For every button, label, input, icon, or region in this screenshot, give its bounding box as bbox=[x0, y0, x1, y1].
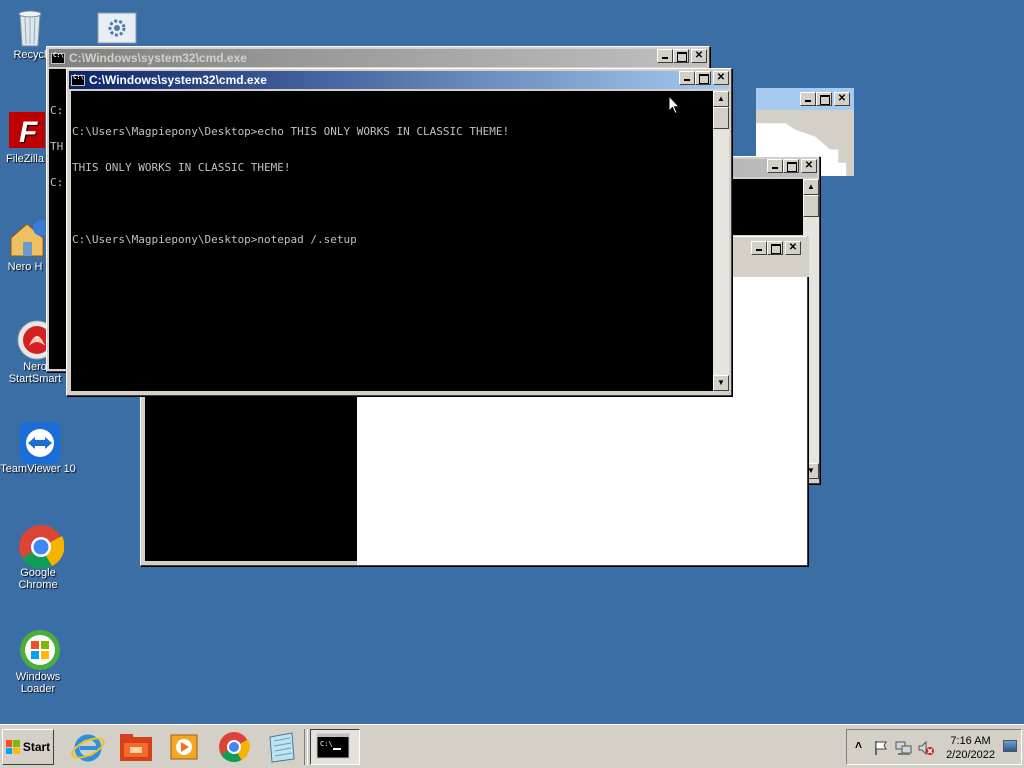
start-label: Start bbox=[22, 740, 51, 754]
system-tray: ˄ 7:16 AM 2/20/2022 bbox=[846, 729, 1022, 765]
taskbar-separator bbox=[304, 729, 308, 765]
folder-icon bbox=[120, 734, 152, 761]
window-title: C:\Windows\system32\cmd.exe bbox=[89, 73, 267, 87]
windows-logo-icon bbox=[5, 740, 20, 754]
cmd-window-front[interactable]: C:\Windows\system32\cmd.exe ✕ C:\Users\M… bbox=[66, 68, 732, 396]
taskbar-file-explorer[interactable] bbox=[116, 729, 156, 765]
desktop-icon-filezilla[interactable]: F FileZilla bbox=[0, 110, 50, 165]
desktop-icon-label: FileZilla bbox=[6, 153, 44, 165]
scroll-up-button[interactable]: ▲ bbox=[713, 91, 729, 107]
taskbar-cmd-active[interactable]: C:\ bbox=[310, 729, 360, 765]
minimize-icon bbox=[800, 92, 816, 106]
clock-time: 7:16 AM bbox=[950, 735, 991, 747]
show-desktop-button[interactable] bbox=[1003, 740, 1017, 752]
cmd-icon bbox=[51, 52, 65, 64]
taskbar-media-player[interactable] bbox=[164, 729, 204, 765]
window-title: C:\Windows\system32\cmd.exe bbox=[69, 51, 247, 65]
maximize-button[interactable] bbox=[673, 49, 689, 63]
desktop-icon-label: Loader bbox=[20, 683, 56, 695]
desktop-icon-teamviewer[interactable]: TeamViewer 10 bbox=[0, 420, 76, 475]
svg-text:C:\: C:\ bbox=[320, 740, 333, 748]
internet-explorer-icon bbox=[71, 734, 105, 762]
filezilla-icon: F bbox=[5, 110, 45, 150]
maximize-icon bbox=[816, 92, 832, 106]
ghost-window-buttons: ✕ bbox=[800, 92, 850, 106]
minimize-icon bbox=[751, 241, 767, 255]
clock-date: 2/20/2022 bbox=[946, 749, 995, 761]
desktop-icon-nero-home[interactable]: Nero H bbox=[0, 218, 50, 273]
taskbar-notepad[interactable] bbox=[262, 729, 302, 765]
scroll-thumb bbox=[803, 195, 819, 217]
desktop-icon-control[interactable] bbox=[96, 12, 138, 47]
taskbar-google-chrome[interactable] bbox=[214, 729, 254, 765]
teamviewer-icon bbox=[18, 420, 60, 464]
minimize-button[interactable] bbox=[679, 71, 695, 85]
console-line: C:\Users\Magpiepony\Desktop>echo THIS ON… bbox=[72, 125, 510, 138]
scroll-up-icon: ▲ bbox=[803, 179, 819, 195]
maximize-icon bbox=[783, 159, 799, 173]
minimize-button[interactable] bbox=[657, 49, 673, 63]
close-icon: ✕ bbox=[834, 92, 850, 106]
chrome-icon bbox=[18, 524, 65, 569]
window-controls: ✕ bbox=[679, 71, 729, 85]
start-button[interactable]: Start bbox=[2, 729, 54, 765]
window-controls: ✕ bbox=[657, 49, 707, 63]
desktop-icon-label: StartSmart bbox=[8, 373, 62, 385]
ghost-window-buttons: ✕ bbox=[767, 159, 817, 173]
gear-icon bbox=[97, 12, 137, 44]
cmd-vertical-scrollbar[interactable]: ▲ ▼ bbox=[713, 91, 729, 391]
taskbar-internet-explorer[interactable] bbox=[68, 729, 108, 765]
chrome-icon bbox=[219, 732, 250, 763]
close-icon: ✕ bbox=[785, 241, 801, 255]
cmd-icon bbox=[71, 74, 85, 86]
taskbar: Start C:\ ˄ 7:16 AM 2/20/2022 bbox=[0, 724, 1024, 768]
network-icon[interactable] bbox=[895, 740, 913, 756]
cmd-console-output[interactable]: C:\Users\Magpiepony\Desktop>echo THIS ON… bbox=[71, 91, 713, 391]
show-hidden-icon[interactable]: ˄ bbox=[855, 738, 862, 752]
close-button[interactable]: ✕ bbox=[691, 49, 707, 63]
mouse-cursor-icon bbox=[668, 95, 680, 115]
scroll-down-button[interactable]: ▼ bbox=[713, 375, 729, 391]
media-player-icon bbox=[170, 734, 198, 760]
volume-muted-icon[interactable] bbox=[917, 740, 935, 756]
desktop-icon-label: Google Chrome bbox=[18, 567, 58, 591]
svg-text:F: F bbox=[19, 116, 38, 149]
console-line: THIS ONLY WORKS IN CLASSIC THEME! bbox=[72, 161, 291, 174]
ghost-console bbox=[145, 387, 357, 561]
recycle-bin-icon bbox=[10, 6, 50, 47]
close-icon: ✕ bbox=[801, 159, 817, 173]
desktop-icon-google-chrome[interactable]: Google Chrome bbox=[0, 524, 76, 591]
action-center-flag-icon[interactable] bbox=[873, 740, 889, 756]
ghost-window-buttons: ✕ bbox=[751, 241, 801, 255]
house-icon bbox=[5, 218, 49, 258]
ghost-console bbox=[733, 179, 803, 235]
clock[interactable]: 7:16 AM 2/20/2022 bbox=[946, 734, 995, 762]
desktop-icon-windows-loader[interactable]: Windows Loader bbox=[0, 628, 76, 695]
windows-loader-icon bbox=[18, 628, 60, 670]
cmd-window-back-titlebar[interactable]: C:\Windows\system32\cmd.exe bbox=[49, 49, 707, 67]
maximize-icon bbox=[767, 241, 783, 255]
maximize-button[interactable] bbox=[695, 71, 711, 85]
cmd-icon: C:\ bbox=[316, 733, 350, 759]
minimize-icon bbox=[767, 159, 783, 173]
cmd-window-front-titlebar[interactable]: C:\Windows\system32\cmd.exe bbox=[69, 71, 729, 89]
console-line: C:\Users\Magpiepony\Desktop>notepad /.se… bbox=[72, 233, 357, 246]
close-button[interactable]: ✕ bbox=[713, 71, 729, 85]
desktop-icon-label: Nero H bbox=[7, 261, 43, 273]
notepad-icon bbox=[269, 732, 295, 763]
scroll-thumb[interactable] bbox=[713, 107, 729, 129]
